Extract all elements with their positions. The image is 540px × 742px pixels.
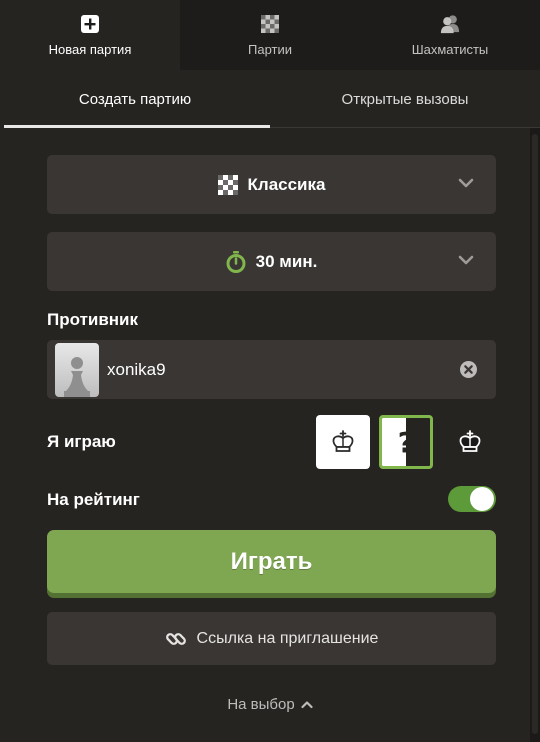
more-options-label: На выбор bbox=[227, 696, 295, 713]
opponent-heading: Противник bbox=[47, 310, 139, 329]
tab-new-game-label: Новая партия bbox=[48, 41, 132, 57]
tab-players-label: Шахматисты bbox=[411, 41, 489, 57]
play-button[interactable]: Играть bbox=[47, 530, 496, 593]
tab-new-game[interactable]: Новая партия bbox=[0, 0, 180, 70]
play-as-random-button[interactable]: ? bbox=[379, 415, 433, 469]
scrollbar-thumb[interactable] bbox=[532, 134, 538, 734]
tab-players[interactable]: Шахматисты bbox=[360, 0, 540, 70]
invite-link-button[interactable]: Ссылка на приглашение bbox=[47, 612, 496, 665]
link-icon bbox=[165, 628, 187, 650]
tab-open-challenges[interactable]: Открытые вызовы bbox=[270, 70, 540, 128]
game-type-label: Классика bbox=[247, 174, 326, 194]
more-options-toggle[interactable]: На выбор bbox=[0, 696, 540, 713]
black-king-icon bbox=[459, 430, 481, 452]
top-tab-bar: Новая партия Партии Шахматисты bbox=[0, 0, 540, 70]
white-king-icon bbox=[332, 430, 354, 452]
toggle-knob bbox=[470, 487, 494, 511]
avatar bbox=[55, 342, 99, 397]
play-as-black-button[interactable] bbox=[443, 415, 497, 469]
time-control-label: 30 мин. bbox=[255, 251, 318, 271]
rated-label: На рейтинг bbox=[47, 490, 140, 509]
sub-tab-bar: Создать партию Открытые вызовы bbox=[0, 70, 540, 128]
color-choice-label: Я играю bbox=[47, 432, 116, 451]
time-control-select[interactable]: 30 мин. bbox=[47, 232, 496, 291]
chevron-up-icon bbox=[301, 700, 313, 709]
opponent-name: xonika9 bbox=[107, 359, 166, 379]
stopwatch-icon bbox=[226, 250, 246, 273]
opponent-field[interactable]: xonika9 bbox=[47, 340, 496, 399]
tab-games[interactable]: Партии bbox=[180, 0, 360, 70]
tab-create-game[interactable]: Создать партию bbox=[0, 70, 270, 128]
random-color-symbol: ? bbox=[397, 425, 415, 459]
play-button-label: Играть bbox=[230, 547, 313, 575]
play-as-white-button[interactable] bbox=[316, 415, 370, 469]
plus-square-icon bbox=[80, 14, 100, 34]
chessboard-icon bbox=[217, 174, 238, 195]
pawn-icon bbox=[64, 356, 90, 397]
tab-games-label: Партии bbox=[248, 41, 292, 57]
game-type-select[interactable]: Классика bbox=[47, 155, 496, 214]
chevron-down-icon bbox=[458, 253, 474, 271]
invite-link-label: Ссылка на приглашение bbox=[196, 629, 379, 647]
chessboard-icon bbox=[260, 14, 280, 34]
clear-icon[interactable] bbox=[459, 360, 478, 379]
chevron-down-icon bbox=[458, 176, 474, 194]
players-icon bbox=[440, 14, 460, 34]
rated-toggle[interactable] bbox=[448, 486, 496, 512]
